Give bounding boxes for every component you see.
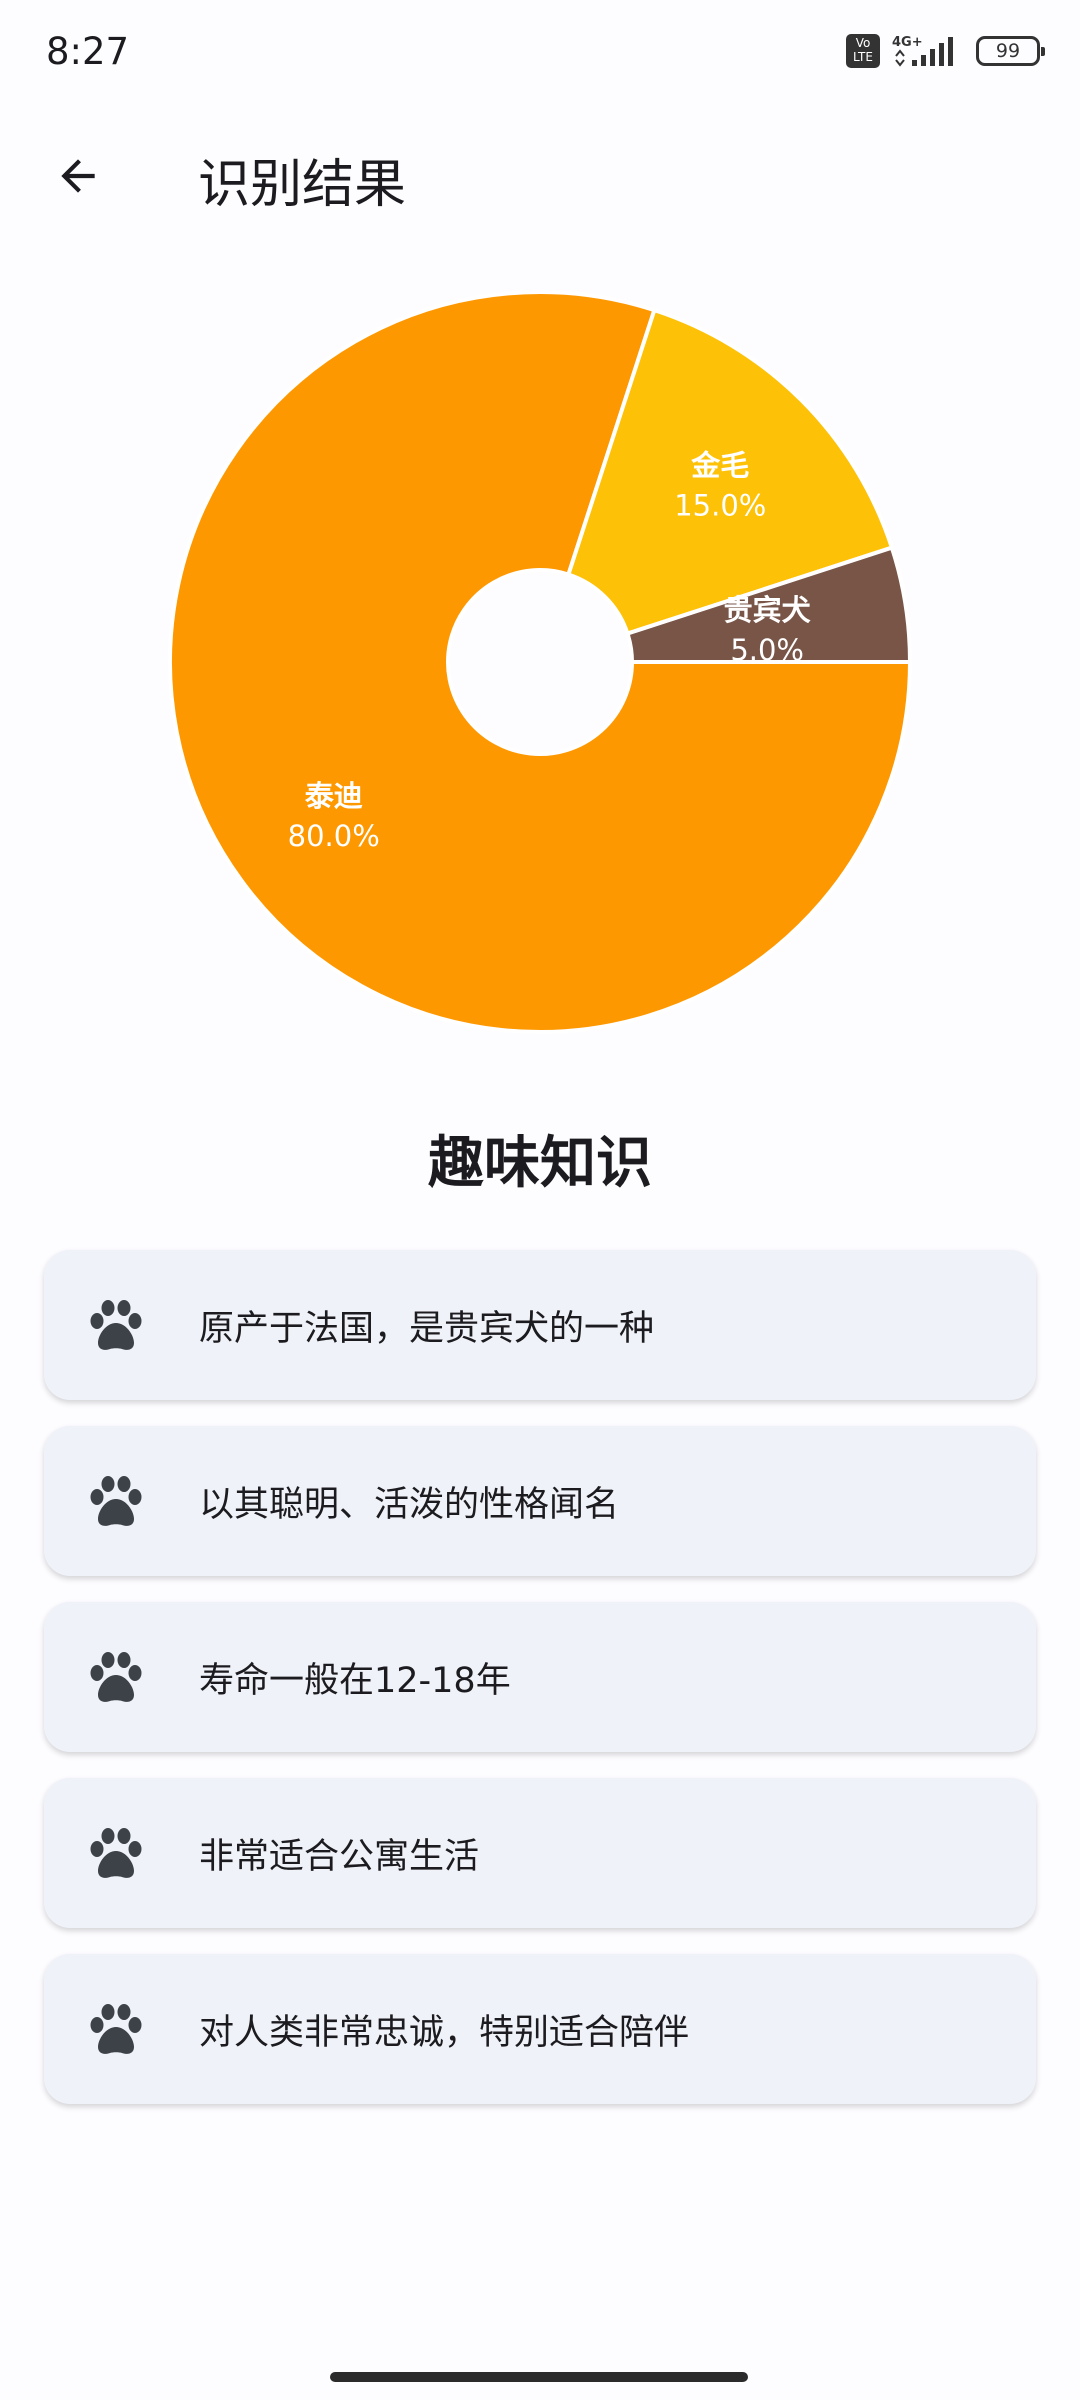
slice-label: 贵宾犬 [724,593,812,627]
paw-icon [90,2004,142,2054]
app-bar: 识别结果 [0,120,1080,230]
fact-text: 寿命一般在12-18年 [199,1661,511,1701]
paw-icon [90,1828,142,1878]
paw-icon [90,1476,142,1526]
fact-card: 原产于法国，是贵宾犬的一种 [44,1250,1036,1400]
fact-text: 原产于法国，是贵宾犬的一种 [199,1309,655,1349]
status-time: 8:27 [46,30,130,73]
gesture-nav-handle[interactable] [330,2372,748,2382]
fact-text: 对人类非常忠诚，特别适合陪伴 [199,2013,690,2053]
arrow-left-icon [61,159,95,193]
breed-pie-chart: 泰迪 80.0% 金毛 15.0% 贵宾犬 5.0% [160,282,920,1042]
slice-percent-label: 15.0% [674,489,766,523]
fact-card: 寿命一般在12-18年 [44,1602,1036,1752]
fact-text: 以其聪明、活泼的性格闻名 [199,1485,620,1525]
fact-text: 非常适合公寓生活 [199,1837,480,1877]
slice-percent-label: 80.0% [288,819,380,853]
fact-card: 非常适合公寓生活 [44,1778,1036,1928]
page-title: 识别结果 [198,155,407,215]
slice-label: 金毛 [690,449,749,483]
fact-card: 以其聪明、活泼的性格闻名 [44,1426,1036,1576]
fun-facts-list: 原产于法国，是贵宾犬的一种 以其聪明、活泼的性格闻名 寿命一般在12-18年 非… [44,1250,1036,2130]
fun-facts-title: 趣味知识 [428,1131,652,1196]
paw-icon [90,1300,142,1350]
paw-icon [90,1652,142,1702]
slice-percent-label: 5.0% [730,633,804,667]
battery-level: 99 [995,40,1021,62]
back-button[interactable] [40,138,116,214]
fact-card: 对人类非常忠诚，特别适合陪伴 [44,1954,1036,2104]
status-bar: 8:27 Vo LTE 4G+ 99 [0,0,1080,110]
battery-icon: 99 [976,36,1045,66]
slice-label: 泰迪 [305,779,363,813]
signal-icon: 4G+ [892,34,964,68]
status-icons: Vo LTE 4G+ 99 [846,34,1045,68]
network-type: 4G+ [892,35,923,50]
volte-icon: Vo LTE [846,34,880,68]
pie-chart-svg: 泰迪 80.0% 金毛 15.0% 贵宾犬 5.0% [168,290,913,1034]
